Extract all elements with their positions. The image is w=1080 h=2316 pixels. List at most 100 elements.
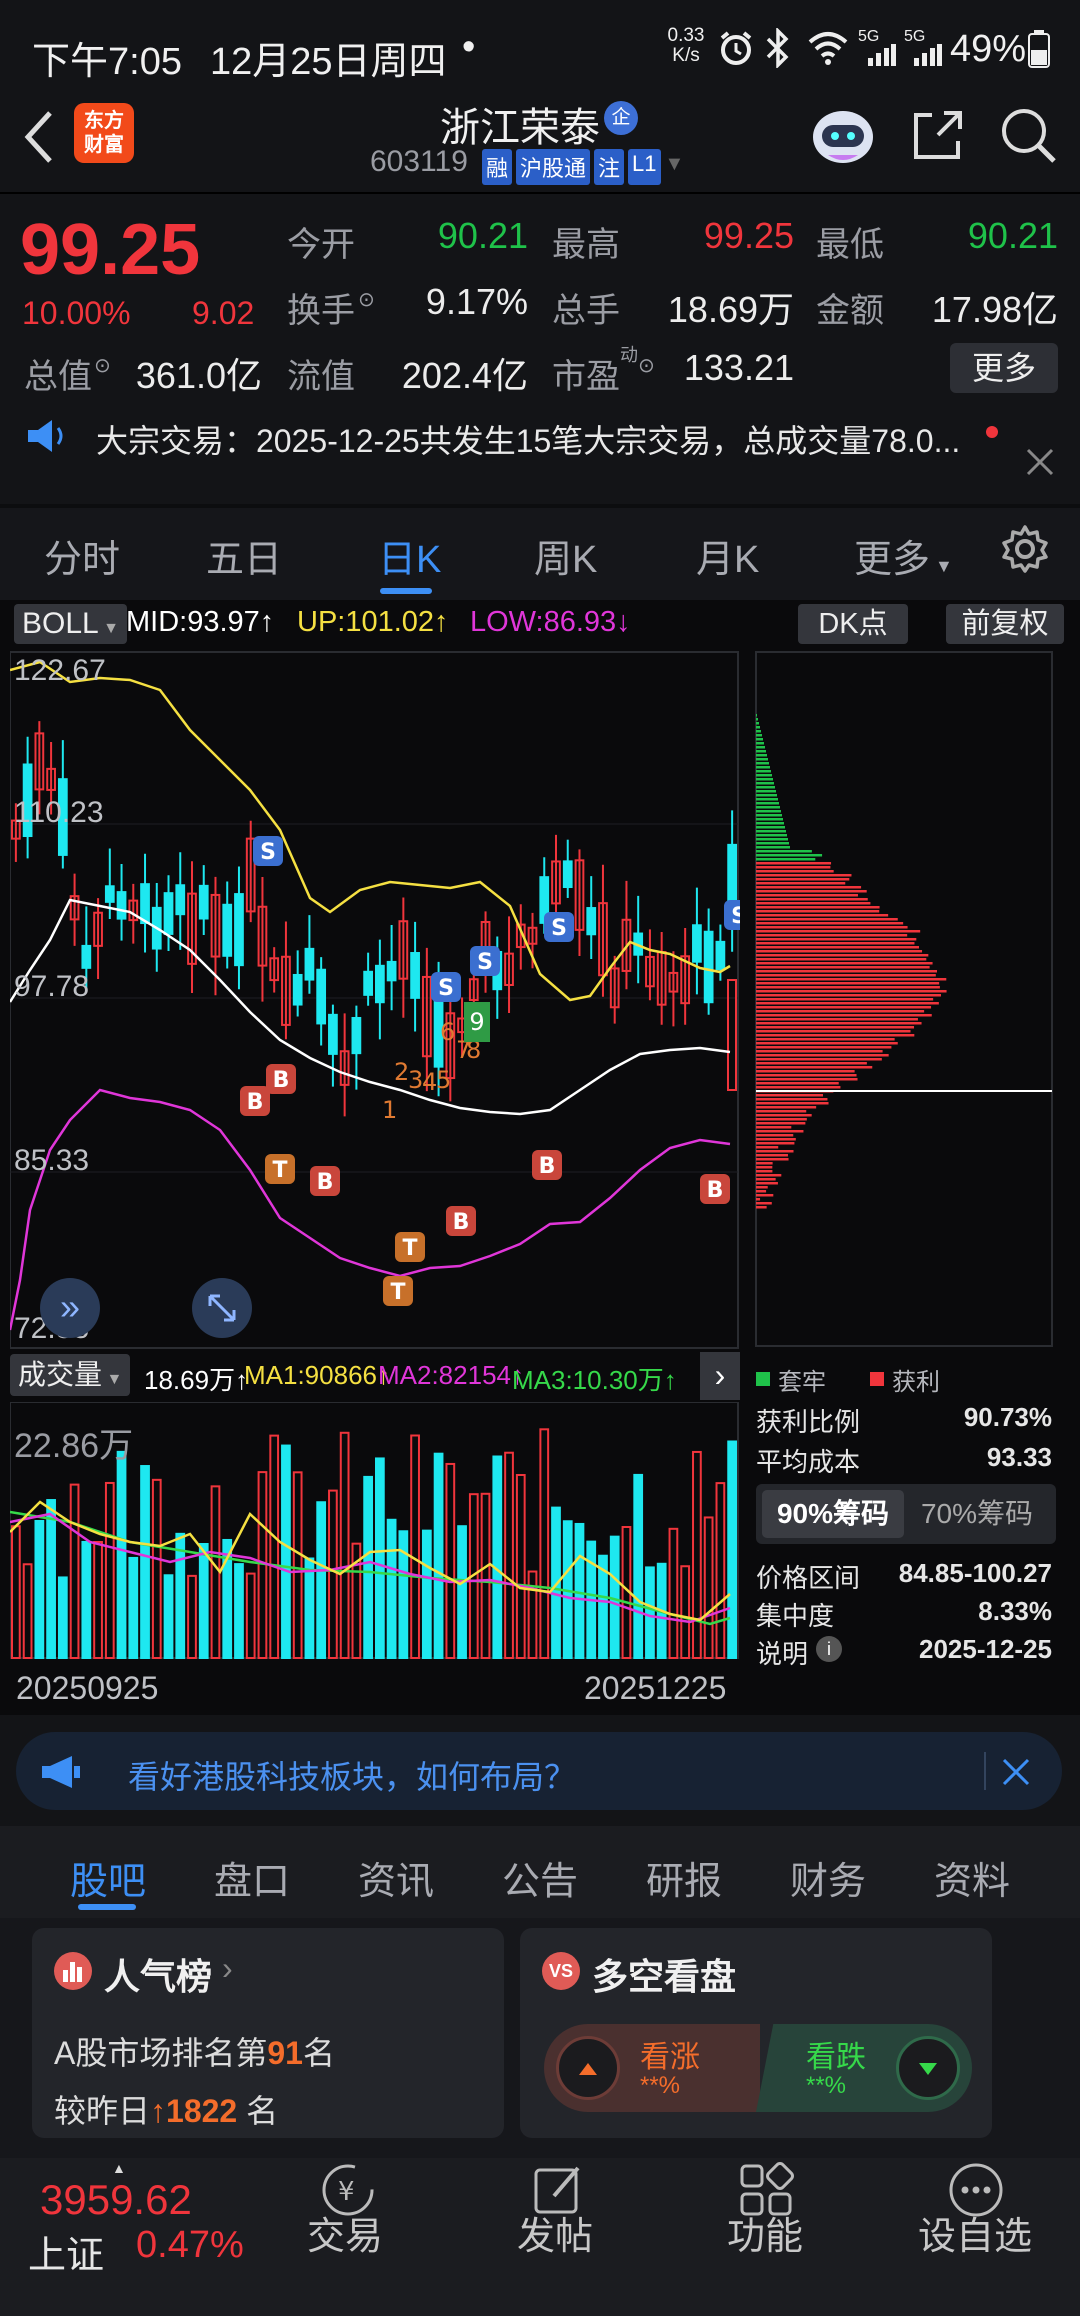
chip-bar [756,922,904,925]
tab-five-day[interactable]: 五日 [206,528,282,583]
chip-bar [756,722,759,725]
close-icon[interactable] [1000,1756,1032,1788]
search-icon[interactable] [998,105,1058,165]
info-icon[interactable]: i [816,1636,842,1662]
tab-monthly-k[interactable]: 月K [696,528,759,583]
label-volume: 总手 [552,292,620,330]
kline-chart[interactable]: SSSS SBBBBBBTTT123456789 [10,650,740,1350]
nav-post[interactable]: 发帖 [480,2205,630,2260]
buy-marker-label: B [247,1090,264,1115]
chip-bar [756,782,774,785]
dk-point-button[interactable]: DK点 [798,604,908,644]
tab-financials[interactable]: 财务 [790,1850,866,1905]
volume-bar [680,1565,691,1659]
bull-bear-card[interactable]: VS 多空看盘 看涨 **% 看跌 **% [520,1928,992,2138]
label-pe: 市盈 [552,358,620,396]
chip-bar [756,982,940,985]
badge-margin: 融 [482,149,513,185]
speaker-icon [28,420,63,452]
chip-bar [756,846,790,849]
tab-weekly-k[interactable]: 周K [534,528,597,583]
tab-announcements[interactable]: 公告 [502,1850,578,1905]
adjust-mode-button[interactable]: 前复权 [946,604,1064,644]
chip-bar [756,1034,915,1037]
profit-ratio-label: 获利比例 [756,1407,861,1437]
boll-low-line [10,1088,731,1331]
price-tick: 97.78 [14,970,90,1003]
tab-order-book[interactable]: 盘口 [214,1850,290,1905]
td-count-label: 2 [394,1058,409,1086]
chip-bar [756,870,834,873]
volume-bar [140,1465,150,1659]
candle-body [316,968,327,1025]
nav-trade[interactable]: 交易 [270,2205,420,2260]
candle-body [703,930,714,1004]
chip-distribution-chart [755,651,1053,1347]
tab-daily-k[interactable]: 日K [378,528,441,583]
chip-bar [756,1070,855,1073]
label-amount: 金额 [816,292,884,330]
fast-forward-button[interactable]: » [40,1278,100,1338]
info-icon[interactable]: ⊙ [638,353,655,378]
chip-tab-90[interactable]: 90%筹码 [762,1490,904,1538]
chip-bar [756,946,919,949]
eastmoney-logo[interactable]: 东方 财富 [74,103,134,163]
tab-profile[interactable]: 资料 [934,1850,1010,1905]
back-arrow-icon[interactable] [18,107,58,167]
chip-bar [756,1138,796,1141]
expand-button[interactable] [192,1278,252,1338]
info-icon[interactable]: ⊙ [94,353,111,378]
nav-functions[interactable]: 功能 [690,2205,840,2260]
bear-value: **% [806,2072,847,2099]
buy-marker-label: B [317,1170,334,1195]
quote-panel: 99.25 10.00% 9.02 今开 90.21 最高 99.25 最低 9… [0,195,1080,415]
chevron-right-icon[interactable]: › [700,1352,740,1400]
tab-forum[interactable]: 股吧 [70,1850,146,1905]
chip-bar [756,830,786,833]
chip-bar [756,730,761,733]
popularity-card[interactable]: 人气榜 › A股市场排名第91名 较昨日↑1822 名 [32,1928,504,2138]
note-date: 2025-12-25 [919,1634,1052,1664]
tab-news[interactable]: 资讯 [358,1850,434,1905]
wifi-icon [808,32,848,65]
candle-body [234,893,244,967]
chip-bar [756,738,763,741]
indicator-selector[interactable]: BOLL ▼ [14,604,127,644]
chip-bar [756,754,767,757]
candle-body [81,944,92,969]
info-icon[interactable]: ⊙ [358,287,375,312]
tab-intraday[interactable]: 分时 [44,528,120,583]
chip-bar [756,898,868,901]
settings-gear-icon[interactable] [1000,524,1050,574]
index-change[interactable]: 0.47% [136,2224,244,2267]
volume-indicator-selector[interactable]: 成交量 ▼ [10,1354,131,1396]
volume-bar [151,1478,162,1659]
news-ticker[interactable]: 大宗交易：2025-12-25共发生15笔大宗交易，总成交量78.0... [0,408,1080,504]
vote-up-button[interactable]: 看涨 **% [544,2024,760,2112]
chip-tab-70[interactable]: 70%筹码 [906,1490,1048,1538]
avg-cost-label: 平均成本 [756,1447,861,1477]
chip-bar [756,802,779,805]
volume-bar [234,1563,244,1659]
chip-bar [756,1106,817,1109]
value-low: 90.21 [967,215,1058,256]
chip-bar [756,1058,882,1061]
close-icon[interactable] [1024,446,1056,478]
tab-research[interactable]: 研报 [646,1850,722,1905]
volume-bar [715,1482,726,1659]
banner-text[interactable]: 看好港股科技板块，如何布局？ [128,1752,576,1798]
news-text[interactable]: 大宗交易：2025-12-25共发生15笔大宗交易，总成交量78.0... [96,416,960,462]
index-value[interactable]: 3959.62 [40,2176,192,2224]
chip-bar [756,1078,858,1081]
share-icon[interactable] [910,107,966,163]
vote-down-button[interactable]: 看跌 **% [756,2024,972,2112]
index-name[interactable]: 上证 [28,2224,104,2279]
dropdown-triangle-icon[interactable]: ▼ [665,149,685,185]
sell-marker-label: S [260,840,276,865]
volume-bar [116,1450,127,1659]
more-button[interactable]: 更多 [950,343,1058,393]
nav-add-watchlist[interactable]: 设自选 [900,2205,1050,2260]
robot-assistant-icon[interactable] [808,99,878,169]
stock-code: 603119 [370,145,468,178]
tab-more-periods[interactable]: 更多 ▼ [854,528,953,583]
